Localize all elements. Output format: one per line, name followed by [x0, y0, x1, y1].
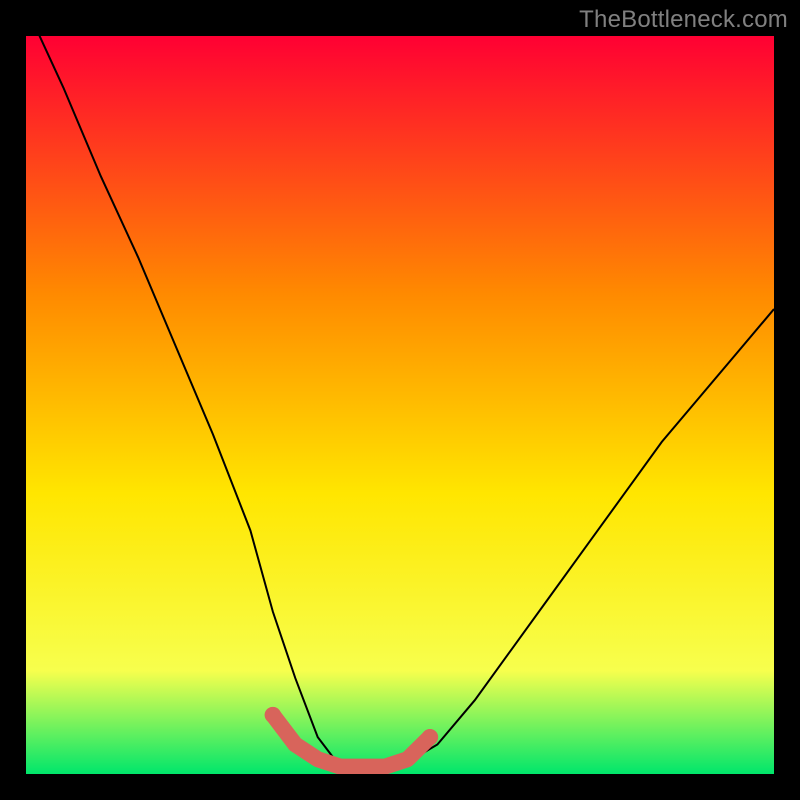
plot-area [26, 36, 774, 774]
highlight-dot-right [422, 729, 438, 745]
watermark-text: TheBottleneck.com [579, 6, 788, 34]
highlight-dot-left [265, 707, 281, 723]
chart-frame: TheBottleneck.com [0, 0, 800, 800]
bottleneck-chart [26, 36, 774, 774]
gradient-bg [26, 36, 774, 774]
